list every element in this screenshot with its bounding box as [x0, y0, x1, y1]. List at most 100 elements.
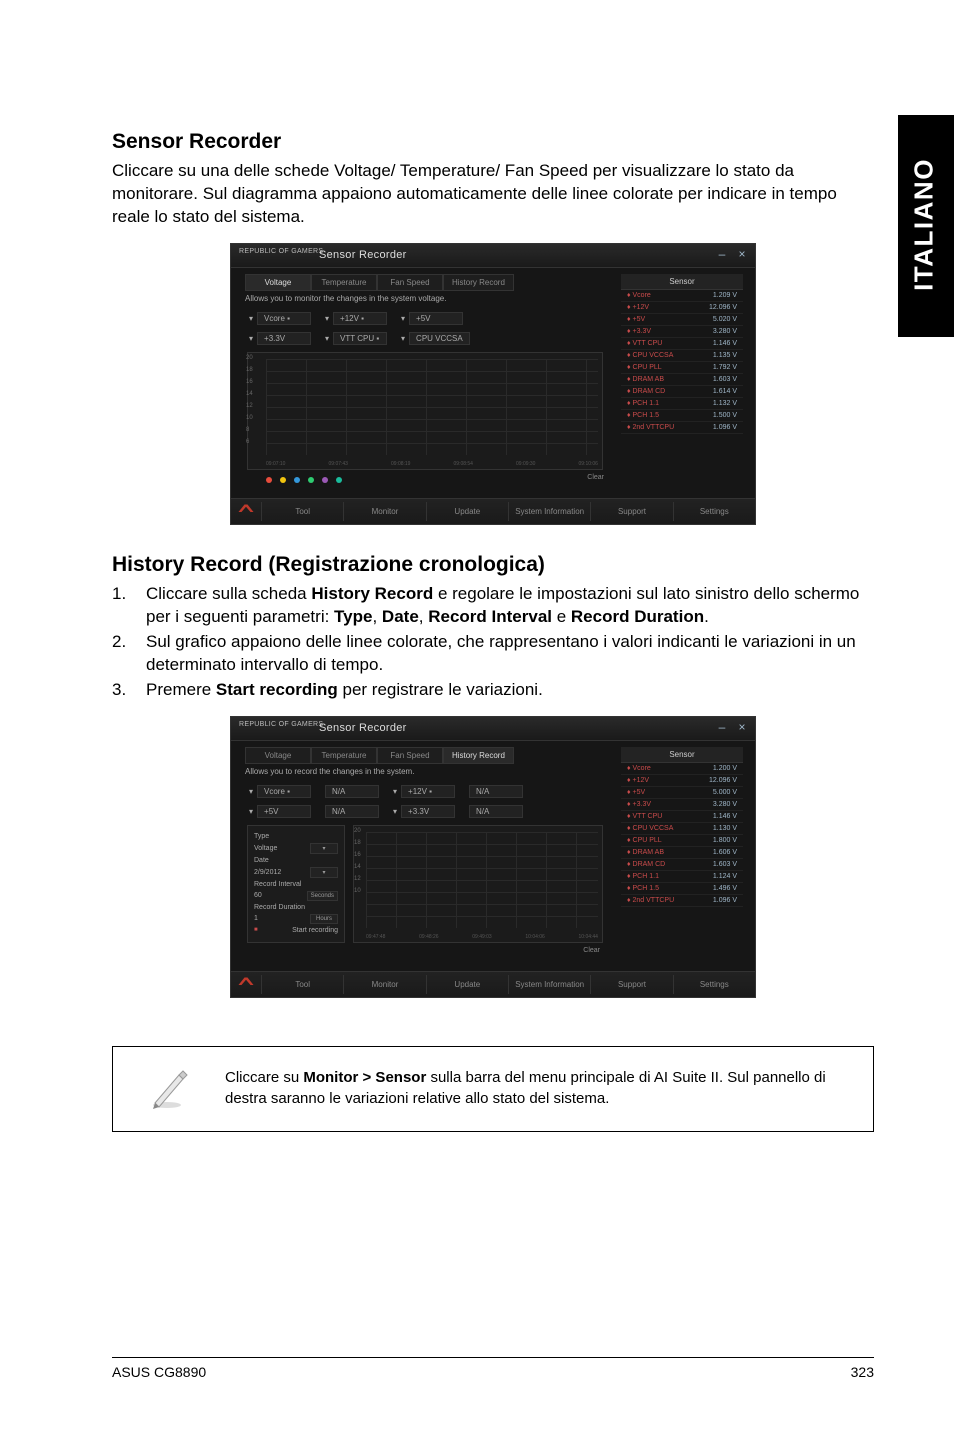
tab-fan-speed[interactable]: Fan Speed	[377, 747, 443, 764]
field-5v[interactable]: +5V	[409, 312, 463, 325]
dropdown[interactable]: ▾	[310, 867, 338, 878]
field-12v[interactable]: +12V ▪	[333, 312, 387, 325]
chevron-down-icon[interactable]: ▾	[249, 314, 253, 323]
x-tick: 09:10:06	[579, 461, 598, 467]
toolbar-update[interactable]: Update	[426, 502, 508, 521]
field[interactable]: +3.3V	[401, 805, 455, 818]
sensor-row: ♦ DRAM CD1.614 V	[621, 386, 743, 398]
field[interactable]: +5V	[257, 805, 311, 818]
clear-button[interactable]: Clear	[587, 474, 604, 481]
sensor-label: ♦ DRAM AB	[627, 849, 664, 856]
sensor-value: 1.603 V	[713, 376, 737, 383]
language-label: ITALIANO	[909, 125, 940, 325]
y-tick: 18	[246, 367, 253, 373]
chevron-down-icon[interactable]: ▾	[393, 807, 397, 816]
toolbar-monitor[interactable]: Monitor	[343, 502, 425, 521]
y-tick: 6	[246, 439, 249, 445]
tab-temperature[interactable]: Temperature	[311, 274, 377, 291]
toolbar-monitor[interactable]: Monitor	[343, 975, 425, 994]
asus-logo-icon	[231, 502, 261, 520]
step-3: 3. Premere Start recording per registrar…	[112, 679, 874, 702]
sensor-label: ♦ PCH 1.1	[627, 873, 659, 880]
tab-temperature[interactable]: Temperature	[311, 747, 377, 764]
screenshot-sensor-recorder-voltage: REPUBLIC OF GAMERS Sensor Recorder – × V…	[230, 243, 756, 525]
sensor-value: 1.496 V	[713, 885, 737, 892]
sensor-label: ♦ 2nd VTTCPU	[627, 424, 674, 431]
toolbar-update[interactable]: Update	[426, 975, 508, 994]
sensor-list: Sensor ♦ Vcore1.200 V♦ +12V12.096 V♦ +5V…	[621, 747, 743, 907]
setting-row[interactable]: Voltage▾	[254, 843, 338, 854]
chevron-down-icon[interactable]: ▾	[401, 314, 405, 323]
chevron-down-icon[interactable]: ▾	[325, 334, 329, 343]
toolbar-system-info[interactable]: System Information	[508, 502, 590, 521]
asus-logo-icon	[231, 975, 261, 993]
toolbar-support[interactable]: Support	[590, 975, 672, 994]
close-icon[interactable]: ×	[735, 247, 749, 261]
tab-fan-speed[interactable]: Fan Speed	[377, 274, 443, 291]
chevron-down-icon[interactable]: ▾	[325, 314, 329, 323]
tab-voltage[interactable]: Voltage	[245, 274, 311, 291]
sensor-row: ♦ +3.3V3.280 V	[621, 326, 743, 338]
sensor-value: 1.792 V	[713, 364, 737, 371]
window-title: Sensor Recorder	[319, 249, 407, 261]
toolbar-tool[interactable]: Tool	[261, 502, 343, 521]
footer-product: ASUS CG8890	[112, 1364, 206, 1380]
sensor-row: ♦ PCH 1.11.132 V	[621, 398, 743, 410]
setting-row[interactable]: 60Seconds	[254, 891, 338, 901]
dropdown[interactable]: Hours	[310, 914, 338, 924]
field[interactable]: +12V ▪	[401, 785, 455, 798]
toolbar-settings[interactable]: Settings	[673, 502, 755, 521]
sensor-label: ♦ PCH 1.5	[627, 885, 659, 892]
minimize-icon[interactable]: –	[715, 247, 729, 261]
chevron-down-icon[interactable]: ▾	[401, 334, 405, 343]
field-vcore[interactable]: Vcore ▪	[257, 312, 311, 325]
chevron-down-icon[interactable]: ▾	[249, 334, 253, 343]
page-footer: ASUS CG8890 323	[112, 1357, 874, 1380]
toolbar-tool[interactable]: Tool	[261, 975, 343, 994]
tab-history-record[interactable]: History Record	[443, 274, 514, 291]
field-na: N/A	[469, 805, 523, 818]
field-vttcpu[interactable]: VTT CPU ▪	[333, 332, 387, 345]
x-tick: 09:49:03	[472, 934, 491, 940]
toolbar-support[interactable]: Support	[590, 502, 672, 521]
sensor-label: ♦ 2nd VTTCPU	[627, 897, 674, 904]
sensor-label: ♦ DRAM AB	[627, 376, 664, 383]
sensor-value: 3.280 V	[713, 328, 737, 335]
sensor-value: 1.614 V	[713, 388, 737, 395]
tab-voltage[interactable]: Voltage	[245, 747, 311, 764]
minimize-icon[interactable]: –	[715, 720, 729, 734]
language-tab: ITALIANO	[898, 115, 954, 337]
sensor-row: ♦ CPU VCCSA1.135 V	[621, 350, 743, 362]
toolbar-system-info[interactable]: System Information	[508, 975, 590, 994]
sensor-list: Sensor ♦ Vcore1.209 V♦ +12V12.096 V♦ +5V…	[621, 274, 743, 434]
x-tick: 09:07:10	[266, 461, 285, 467]
field-33v[interactable]: +3.3V	[257, 332, 311, 345]
dropdown[interactable]: ▾	[310, 843, 338, 854]
setting-row[interactable]: 1Hours	[254, 914, 338, 924]
field[interactable]: Vcore ▪	[257, 785, 311, 798]
toolbar-settings[interactable]: Settings	[673, 975, 755, 994]
sensor-row: ♦ DRAM AB 1.606 V	[621, 847, 743, 859]
tab-history-record[interactable]: History Record	[443, 747, 514, 764]
sensor-label: ♦ CPU VCCSA	[627, 825, 673, 832]
chevron-down-icon[interactable]: ▾	[249, 787, 253, 796]
clear-button[interactable]: Clear	[583, 947, 600, 954]
hint-text: Allows you to record the changes in the …	[245, 767, 414, 776]
sensor-label: ♦ +5V	[627, 789, 645, 796]
sensor-label: ♦ +3.3V	[627, 801, 651, 808]
close-icon[interactable]: ×	[735, 720, 749, 734]
x-tick: 09:07:43	[329, 461, 348, 467]
field-cpu-vccsa[interactable]: CPU VCCSA	[409, 332, 470, 345]
sensor-value: 1.606 V	[713, 849, 737, 856]
sensor-row: ♦ +12V12.096 V	[621, 775, 743, 787]
sensor-value: 1.130 V	[713, 825, 737, 832]
steps-list: 1. Cliccare sulla scheda History Record …	[112, 583, 874, 702]
note-text: Cliccare su Monitor > Sensor sulla barra…	[225, 1058, 873, 1119]
dropdown[interactable]: Seconds	[307, 891, 338, 901]
sensor-value: 3.280 V	[713, 801, 737, 808]
chevron-down-icon[interactable]: ▾	[393, 787, 397, 796]
setting-row[interactable]: Start recording	[254, 927, 338, 934]
chevron-down-icon[interactable]: ▾	[249, 807, 253, 816]
sensor-value: 1.146 V	[713, 813, 737, 820]
setting-row[interactable]: 2/9/2012▾	[254, 867, 338, 878]
